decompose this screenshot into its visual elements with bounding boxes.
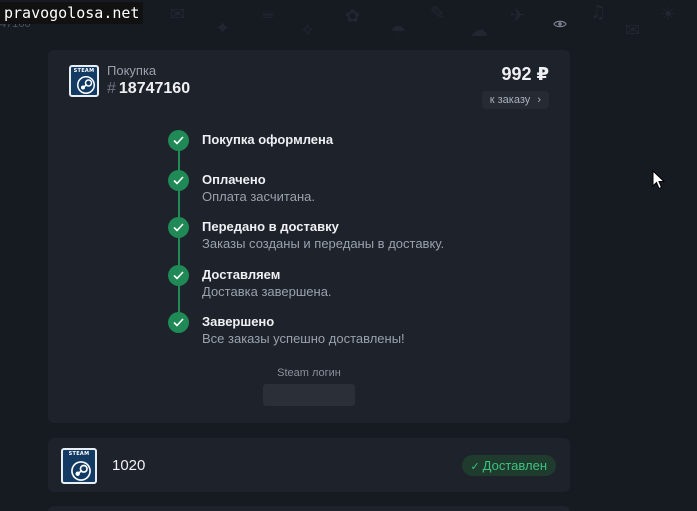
steam-login-label: Steam логин bbox=[277, 367, 341, 379]
status-badge: ✓ Доставлен bbox=[462, 455, 556, 476]
check-icon bbox=[168, 265, 189, 286]
step-desc: Доставка завершена. bbox=[202, 284, 332, 299]
steam-logo-text: STEAM bbox=[73, 68, 95, 74]
chevron-right-icon: › bbox=[537, 94, 541, 106]
order-id: #18747160 bbox=[107, 80, 190, 98]
step-desc: Заказы созданы и переданы в доставку. bbox=[202, 236, 445, 251]
step-title: Оплачено bbox=[202, 172, 266, 187]
order-id-value: 18747160 bbox=[118, 80, 191, 97]
steam-logo-icon: STEAM bbox=[61, 448, 97, 484]
check-icon bbox=[168, 312, 189, 333]
steam-logo-text: STEAM bbox=[68, 451, 90, 457]
step-title: Покупка оформлена bbox=[202, 132, 334, 147]
status-label: Доставлен bbox=[482, 458, 547, 473]
steam-login-field[interactable] bbox=[263, 384, 355, 406]
step-title: Доставляем bbox=[202, 267, 281, 282]
purchase-label: Покупка bbox=[107, 63, 157, 78]
step-title: Завершено bbox=[202, 314, 275, 329]
hash-prefix: # bbox=[107, 80, 116, 97]
check-icon bbox=[168, 170, 189, 191]
order-price: 992 ₽ bbox=[501, 64, 549, 84]
order-card: STEAM Покупка #18747160 992 ₽ к заказу ›… bbox=[48, 50, 570, 423]
to-order-label: к заказу bbox=[489, 94, 531, 106]
to-order-button[interactable]: к заказу › bbox=[481, 91, 549, 109]
watermark: pravogolosa.net bbox=[0, 2, 144, 24]
item-name: 1020 bbox=[112, 457, 146, 474]
check-icon bbox=[168, 130, 189, 151]
check-icon bbox=[168, 217, 189, 238]
check-icon: ✓ bbox=[470, 461, 480, 473]
step-desc: Все заказы успешно доставлены! bbox=[202, 331, 405, 346]
step-desc: Оплата засчитана. bbox=[202, 189, 315, 204]
steam-logo-icon: STEAM bbox=[69, 65, 99, 97]
eye-icon[interactable] bbox=[553, 17, 567, 31]
order-item-card[interactable]: STEAM 1020 ✓ Доставлен bbox=[48, 438, 570, 492]
mouse-cursor-icon bbox=[652, 170, 665, 190]
step-title: Передано в доставку bbox=[202, 219, 339, 234]
next-card-edge bbox=[48, 506, 570, 511]
